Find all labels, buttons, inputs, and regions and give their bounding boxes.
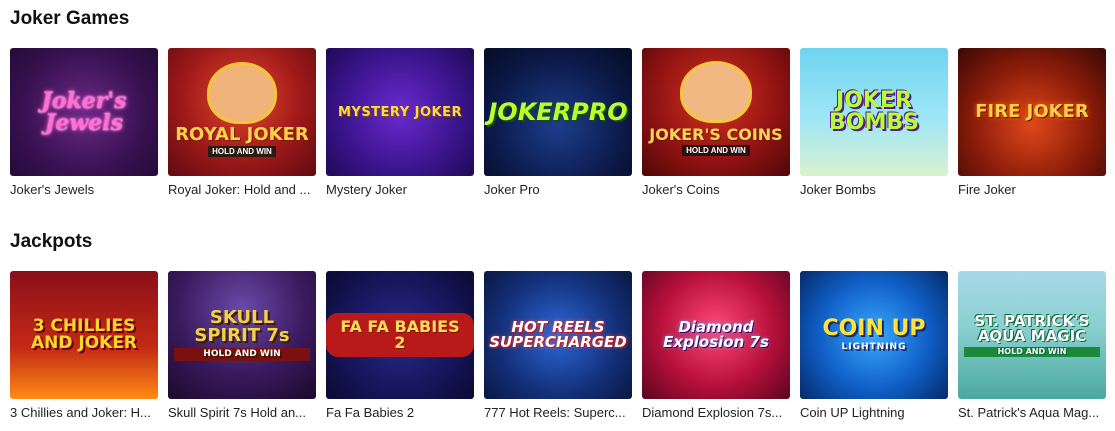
jackpots-section: Jackpots 3 CHILLIES AND JOKER 3 Chillies… — [10, 229, 1110, 420]
joker-face-icon — [680, 60, 752, 123]
game-logo: Diamond Explosion 7s — [663, 318, 769, 351]
game-card-mystery-joker[interactable]: MYSTERY JOKER Mystery Joker — [326, 48, 474, 198]
game-thumbnail[interactable]: 3 CHILLIES AND JOKER — [10, 271, 158, 399]
game-logo-sub: LIGHTNING — [841, 342, 907, 352]
game-thumbnail[interactable]: COIN UP LIGHTNING — [800, 271, 948, 399]
game-thumbnail[interactable]: Joker's Jewels — [10, 48, 158, 176]
game-logo: ST. PATRICK'S AQUA MAGIC — [974, 311, 1090, 345]
game-thumbnail[interactable]: JOKER'S COINS HOLD AND WIN — [642, 48, 790, 176]
game-logo: HOT REELS SUPERCHARGED — [489, 318, 627, 351]
section-title: Joker Games — [10, 8, 130, 29]
game-card-fa-fa-babies-2[interactable]: FA FA BABIES 2 Fa Fa Babies 2 — [326, 271, 474, 421]
game-grid: Joker's Jewels Joker's Jewels ROYAL JOKE… — [10, 48, 1106, 198]
game-thumbnail[interactable]: JOKERPRO — [484, 48, 632, 176]
game-card-joker-pro[interactable]: JOKERPRO Joker Pro — [484, 48, 632, 198]
game-title[interactable]: Mystery Joker — [326, 182, 474, 198]
game-card-joker-bombs[interactable]: JOKER BOMBS Joker Bombs — [800, 48, 948, 198]
game-card-skull-spirit-7s[interactable]: SKULL SPIRIT 7s HOLD AND WIN Skull Spiri… — [168, 271, 316, 421]
game-title[interactable]: St. Patrick's Aqua Mag... — [958, 405, 1106, 421]
game-card-fire-joker[interactable]: FIRE JOKER Fire Joker — [958, 48, 1106, 198]
game-thumbnail[interactable]: FA FA BABIES 2 — [326, 271, 474, 399]
section-title: Jackpots — [10, 231, 93, 252]
game-card-royal-joker[interactable]: ROYAL JOKER HOLD AND WIN Royal Joker: Ho… — [168, 48, 316, 198]
game-logo-sub: HOLD AND WIN — [174, 348, 310, 361]
game-logo-wrap: COIN UP LIGHTNING — [816, 318, 931, 352]
game-title[interactable]: Skull Spirit 7s Hold an... — [168, 405, 316, 421]
game-thumbnail[interactable]: MYSTERY JOKER — [326, 48, 474, 176]
game-card-coin-up-lightning[interactable]: COIN UP LIGHTNING Coin UP Lightning — [800, 271, 948, 421]
game-title[interactable]: Fire Joker — [958, 182, 1106, 198]
game-logo-wrap: SKULL SPIRIT 7s HOLD AND WIN — [168, 309, 316, 361]
joker-face-icon — [207, 61, 277, 124]
game-thumbnail[interactable]: HOT REELS SUPERCHARGED — [484, 271, 632, 399]
game-title[interactable]: Diamond Explosion 7s... — [642, 405, 790, 421]
game-logo: JOKER BOMBS — [829, 88, 919, 135]
game-logo: COIN UP — [822, 316, 926, 341]
game-logo: SKULL SPIRIT 7s — [194, 307, 290, 346]
game-logo: Joker's Jewels — [41, 88, 127, 136]
game-logo-sub: HOLD AND WIN — [682, 144, 750, 156]
game-logo-wrap: ST. PATRICK'S AQUA MAGIC HOLD AND WIN — [958, 311, 1106, 357]
game-title[interactable]: Joker Pro — [484, 182, 632, 198]
game-thumbnail[interactable]: ROYAL JOKER HOLD AND WIN — [168, 48, 316, 176]
game-grid: 3 CHILLIES AND JOKER 3 Chillies and Joke… — [10, 271, 1106, 421]
game-card-jokers-coins[interactable]: JOKER'S COINS HOLD AND WIN Joker's Coins — [642, 48, 790, 198]
game-card-3-chillies-and-joker[interactable]: 3 CHILLIES AND JOKER 3 Chillies and Joke… — [10, 271, 158, 421]
game-title[interactable]: Royal Joker: Hold and ... — [168, 182, 316, 198]
joker-games-section: Joker Games Joker's Jewels Joker's Jewel… — [10, 6, 1110, 197]
game-card-diamond-explosion-7s[interactable]: Diamond Explosion 7s Diamond Explosion 7… — [642, 271, 790, 421]
game-thumbnail[interactable]: ST. PATRICK'S AQUA MAGIC HOLD AND WIN — [958, 271, 1106, 399]
game-logo-sub: HOLD AND WIN — [208, 145, 276, 157]
game-logo: FIRE JOKER — [975, 101, 1089, 122]
game-card-jokers-jewels[interactable]: Joker's Jewels Joker's Jewels — [10, 48, 158, 198]
game-title[interactable]: Fa Fa Babies 2 — [326, 405, 474, 421]
game-title[interactable]: 3 Chillies and Joker: H... — [10, 405, 158, 421]
game-thumbnail[interactable]: JOKER BOMBS — [800, 48, 948, 176]
game-title[interactable]: Joker's Jewels — [10, 182, 158, 198]
game-logo-sub: HOLD AND WIN — [964, 346, 1100, 357]
game-thumbnail[interactable]: SKULL SPIRIT 7s HOLD AND WIN — [168, 271, 316, 399]
game-thumbnail[interactable]: Diamond Explosion 7s — [642, 271, 790, 399]
game-title[interactable]: Joker's Coins — [642, 182, 790, 198]
game-logo: FA FA BABIES 2 — [326, 313, 474, 357]
game-logo: 3 CHILLIES AND JOKER — [30, 316, 138, 353]
game-title[interactable]: 777 Hot Reels: Superc... — [484, 405, 632, 421]
game-logo: JOKERPRO — [488, 98, 628, 126]
game-thumbnail[interactable]: FIRE JOKER — [958, 48, 1106, 176]
game-logo: ROYAL JOKER — [175, 123, 309, 145]
game-title[interactable]: Joker Bombs — [800, 182, 948, 198]
game-logo: JOKER'S COINS — [649, 124, 783, 144]
game-card-st-patricks-aqua-magic[interactable]: ST. PATRICK'S AQUA MAGIC HOLD AND WIN St… — [958, 271, 1106, 421]
game-logo: MYSTERY JOKER — [337, 104, 463, 120]
game-title[interactable]: Coin UP Lightning — [800, 405, 948, 421]
game-card-777-hot-reels[interactable]: HOT REELS SUPERCHARGED 777 Hot Reels: Su… — [484, 271, 632, 421]
